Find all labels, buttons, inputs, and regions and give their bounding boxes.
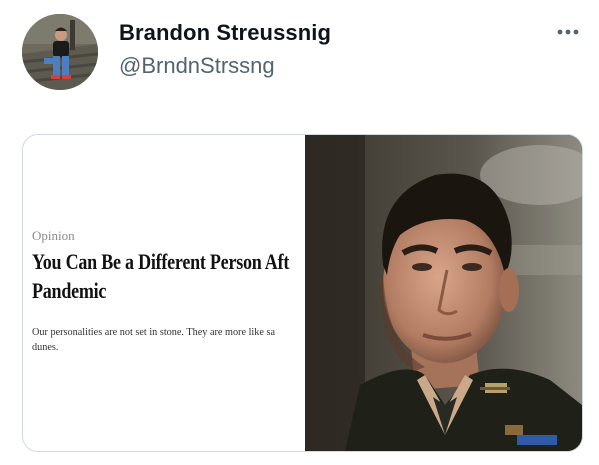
article-headline-line1: You Can Be a Different Person Aft bbox=[32, 249, 290, 274]
avatar[interactable] bbox=[22, 14, 98, 90]
display-name[interactable]: Brandon Streussnig bbox=[119, 20, 331, 46]
article-dek-line1: Our personalities are not set in stone. … bbox=[32, 326, 275, 338]
more-horizontal-icon[interactable] bbox=[556, 25, 580, 39]
article-dek: Our personalities are not set in stone. … bbox=[32, 325, 305, 355]
man-in-military-uniform-photo bbox=[305, 135, 582, 451]
user-handle[interactable]: @BrndnStrssng bbox=[119, 53, 275, 79]
article-headline: You Can Be a Different Person Aft Pandem… bbox=[32, 247, 290, 305]
article-screenshot: Opinion You Can Be a Different Person Af… bbox=[23, 135, 305, 451]
article-headline-line2: Pandemic bbox=[32, 278, 107, 303]
avatar-photo bbox=[22, 14, 98, 90]
tweet-media[interactable]: Opinion You Can Be a Different Person Af… bbox=[22, 134, 583, 452]
article-dek-line2: dunes. bbox=[32, 341, 59, 353]
article-section-label: Opinion bbox=[32, 228, 75, 243]
